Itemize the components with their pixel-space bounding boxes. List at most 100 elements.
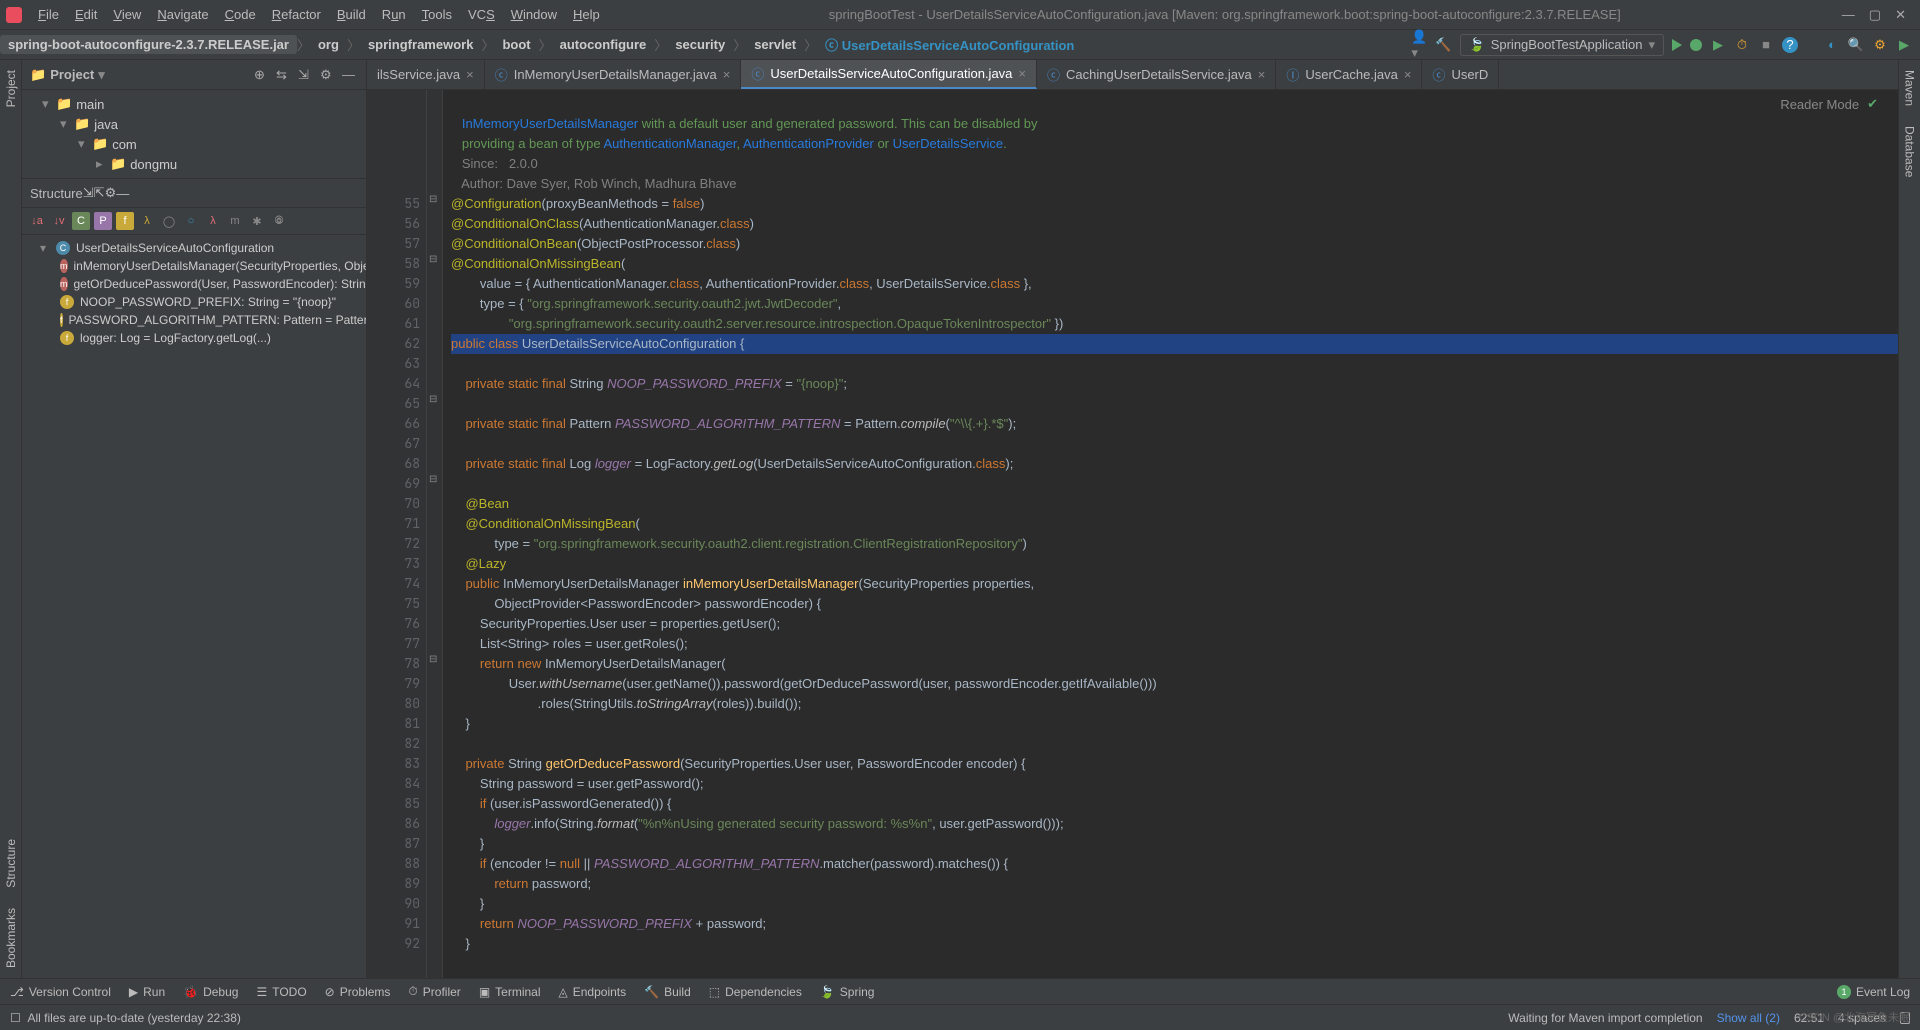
close-icon[interactable]: ✕ bbox=[1895, 7, 1906, 23]
tool-endpoints[interactable]: ◬ Endpoints bbox=[559, 985, 627, 999]
tab-0[interactable]: ilsService.java× bbox=[367, 60, 485, 89]
debug-icon[interactable] bbox=[1690, 39, 1702, 51]
filter-p-icon[interactable]: P bbox=[94, 212, 112, 230]
tool-vcs[interactable]: ⎇ Version Control bbox=[10, 985, 111, 999]
gear-icon[interactable]: ⚙ bbox=[320, 67, 336, 83]
status-showall[interactable]: Show all (2) bbox=[1717, 1011, 1780, 1025]
left-tab-structure[interactable]: Structure bbox=[2, 829, 20, 898]
breadcrumb-1[interactable]: org bbox=[310, 37, 347, 52]
minimize-icon[interactable]: — bbox=[1842, 7, 1855, 23]
reader-mode-label[interactable]: Reader Mode ✔ bbox=[1780, 96, 1878, 112]
tab-5[interactable]: ⓒUserD bbox=[1422, 60, 1499, 89]
tab-4[interactable]: ⒾUserCache.java× bbox=[1276, 60, 1422, 89]
left-tab-project[interactable]: Project bbox=[2, 60, 20, 117]
tool-debug[interactable]: 🐞 Debug bbox=[183, 985, 238, 999]
settings-icon[interactable]: ⚙ bbox=[1872, 37, 1888, 53]
filter-anon-icon[interactable]: ◯ bbox=[160, 212, 178, 230]
filter-gear-icon[interactable]: ✱ bbox=[248, 212, 266, 230]
menu-navigate[interactable]: Navigate bbox=[149, 7, 216, 22]
tool-build[interactable]: 🔨 Build bbox=[644, 985, 691, 999]
user-icon[interactable]: 👤▾ bbox=[1412, 37, 1428, 53]
status-progress: Waiting for Maven import completion bbox=[1508, 1011, 1702, 1025]
locate-icon[interactable]: ⊕ bbox=[254, 67, 270, 83]
filter-inherit-icon[interactable]: ○ bbox=[182, 212, 200, 230]
profile-icon[interactable]: ⏱ bbox=[1734, 37, 1750, 53]
filter-c-icon[interactable]: C bbox=[72, 212, 90, 230]
menu-help[interactable]: Help bbox=[565, 7, 608, 22]
breadcrumb-2[interactable]: springframework bbox=[360, 37, 481, 52]
navbar: spring-boot-autoconfigure-2.3.7.RELEASE.… bbox=[0, 30, 1920, 60]
help-icon[interactable]: ? bbox=[1782, 37, 1798, 53]
filter-lambda-icon[interactable]: λ bbox=[138, 212, 156, 230]
right-tool-gutter: Maven Database bbox=[1898, 60, 1920, 978]
side-panel: 📁Project ▾ ⊕ ⇆ ⇲ ⚙ — ▾📁main ▾📁java ▾📁com… bbox=[22, 60, 367, 978]
breadcrumb-root[interactable]: spring-boot-autoconfigure-2.3.7.RELEASE.… bbox=[0, 35, 297, 54]
filter-m-icon[interactable]: m bbox=[226, 212, 244, 230]
project-panel-header: 📁Project ▾ ⊕ ⇆ ⇲ ⚙ — bbox=[22, 60, 366, 90]
build-icon[interactable]: 🔨 bbox=[1436, 37, 1452, 53]
search-icon[interactable]: 🔍 bbox=[1848, 37, 1864, 53]
code-with-me-icon[interactable]: ◐ bbox=[1824, 37, 1840, 53]
window-title: springBootTest - UserDetailsServiceAutoC… bbox=[608, 7, 1842, 22]
tool-todo[interactable]: ☰ TODO bbox=[256, 985, 306, 999]
struct-expand-icon[interactable]: ⇲ bbox=[83, 185, 94, 201]
tool-spring[interactable]: 🍃 Spring bbox=[820, 985, 875, 999]
menu-refactor[interactable]: Refactor bbox=[264, 7, 329, 22]
tool-terminal[interactable]: ▣ Terminal bbox=[479, 985, 541, 999]
menu-run[interactable]: Run bbox=[374, 7, 414, 22]
coverage-icon[interactable]: ▶ bbox=[1710, 37, 1726, 53]
fold-gutter[interactable]: ⊟ ⊟ ⊟ ⊟ ⊟ bbox=[427, 90, 443, 978]
run-icon[interactable] bbox=[1672, 39, 1682, 51]
status-bar: ☐ All files are up-to-date (yesterday 22… bbox=[0, 1004, 1920, 1030]
code-body[interactable]: InMemoryUserDetailsManager with a defaul… bbox=[443, 90, 1898, 978]
stop-icon[interactable]: ■ bbox=[1758, 37, 1774, 53]
run-config-selector[interactable]: 🍃SpringBootTestApplication▾ bbox=[1460, 34, 1664, 56]
breadcrumb-4[interactable]: autoconfigure bbox=[552, 37, 655, 52]
avatar-icon[interactable]: ▶ bbox=[1896, 37, 1912, 53]
line-gutter: 5556575859606162636465666768697071727374… bbox=[367, 90, 427, 978]
tool-problems[interactable]: ⊘ Problems bbox=[325, 985, 391, 999]
menu-code[interactable]: Code bbox=[217, 7, 264, 22]
right-tab-maven[interactable]: Maven bbox=[1901, 60, 1919, 116]
structure-tree[interactable]: ▾CUserDetailsServiceAutoConfiguration mi… bbox=[22, 235, 366, 351]
menu-window[interactable]: Window bbox=[503, 7, 565, 22]
menu-vcs[interactable]: VCS bbox=[460, 7, 503, 22]
sort-alpha-icon[interactable]: ↓a bbox=[28, 212, 46, 230]
filter-pub-icon[interactable]: 🞋 bbox=[270, 212, 288, 230]
status-vcs-icon[interactable]: ☐ bbox=[10, 1011, 21, 1025]
tool-run[interactable]: ▶ Run bbox=[129, 985, 165, 999]
menu-view[interactable]: View bbox=[105, 7, 149, 22]
menu-edit[interactable]: Edit bbox=[67, 7, 105, 22]
left-tool-gutter: Project Structure Bookmarks bbox=[0, 60, 22, 978]
menubar: File Edit View Navigate Code Refactor Bu… bbox=[0, 0, 1920, 30]
tab-3[interactable]: ⓒCachingUserDetailsService.java× bbox=[1037, 60, 1276, 89]
watermark: CSDN @北海冥鱼未眠 bbox=[1799, 1009, 1910, 1025]
tool-profiler[interactable]: ⏱ Profiler bbox=[408, 984, 460, 999]
right-tab-database[interactable]: Database bbox=[1901, 116, 1919, 187]
breadcrumb-7[interactable]: ⓒ UserDetailsServiceAutoConfiguration bbox=[817, 35, 1082, 54]
expand-icon[interactable]: ⇆ bbox=[276, 67, 292, 83]
menu-file[interactable]: File bbox=[30, 7, 67, 22]
breadcrumb-6[interactable]: servlet bbox=[746, 37, 804, 52]
struct-collapse-icon[interactable]: ⇱ bbox=[94, 185, 105, 201]
menu-build[interactable]: Build bbox=[329, 7, 374, 22]
collapse-icon[interactable]: ⇲ bbox=[298, 67, 314, 83]
left-tab-bookmarks[interactable]: Bookmarks bbox=[2, 898, 20, 978]
tab-1[interactable]: ⓒInMemoryUserDetailsManager.java× bbox=[485, 60, 742, 89]
sort-vis-icon[interactable]: ↓v bbox=[50, 212, 68, 230]
struct-gear-icon[interactable]: ⚙ bbox=[105, 185, 117, 201]
structure-panel-header: Structure ⇲ ⇱ ⚙ — bbox=[22, 178, 366, 208]
breadcrumb-3[interactable]: boot bbox=[494, 37, 538, 52]
tool-deps[interactable]: ⬚ Dependencies bbox=[709, 985, 802, 999]
hide-icon[interactable]: — bbox=[342, 67, 358, 83]
filter-l-icon[interactable]: λ bbox=[204, 212, 222, 230]
struct-hide-icon[interactable]: — bbox=[116, 186, 129, 201]
event-log[interactable]: 1 Event Log bbox=[1837, 985, 1910, 999]
editor: ilsService.java× ⓒInMemoryUserDetailsMan… bbox=[367, 60, 1898, 978]
filter-f-icon[interactable]: f bbox=[116, 212, 134, 230]
menu-tools[interactable]: Tools bbox=[414, 7, 460, 22]
tab-2[interactable]: ⓒUserDetailsServiceAutoConfiguration.jav… bbox=[741, 60, 1037, 89]
maximize-icon[interactable]: ▢ bbox=[1869, 7, 1881, 23]
breadcrumb-5[interactable]: security bbox=[667, 37, 733, 52]
project-tree[interactable]: ▾📁main ▾📁java ▾📁com ▸📁dongmu bbox=[22, 90, 366, 178]
